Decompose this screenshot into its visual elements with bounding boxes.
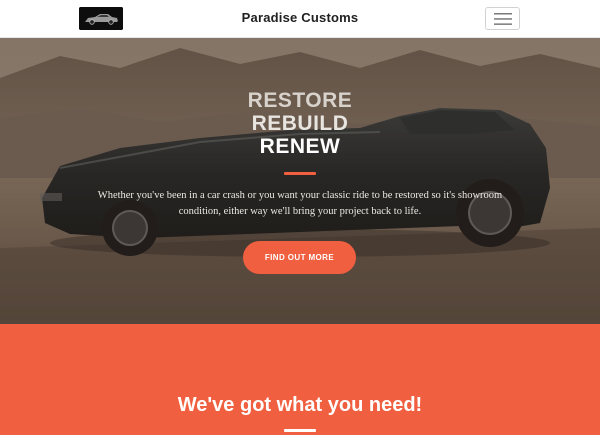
headline-rebuild: REBUILD	[251, 112, 349, 135]
menu-toggle-button[interactable]	[485, 7, 520, 30]
hero-description: Whether you've been in a car crash or yo…	[97, 190, 503, 217]
find-out-more-button[interactable]: FIND OUT MORE	[243, 241, 356, 274]
car-logo-icon[interactable]	[79, 7, 123, 30]
navbar: Paradise Customs	[0, 0, 600, 38]
hero-section: RESTORE REBUILD RENEW Whether you've bee…	[0, 38, 600, 324]
brand-name[interactable]: Paradise Customs	[242, 10, 359, 25]
hero-divider	[284, 172, 316, 175]
headline-renew: RENEW	[259, 135, 341, 158]
hero-overlay	[0, 38, 600, 324]
headline-restore: RESTORE	[247, 89, 353, 112]
services-title: We've got what you need!	[177, 394, 423, 416]
hamburger-menu-icon	[494, 13, 512, 25]
services-divider	[284, 429, 316, 432]
services-section: We've got what you need!	[0, 324, 600, 435]
